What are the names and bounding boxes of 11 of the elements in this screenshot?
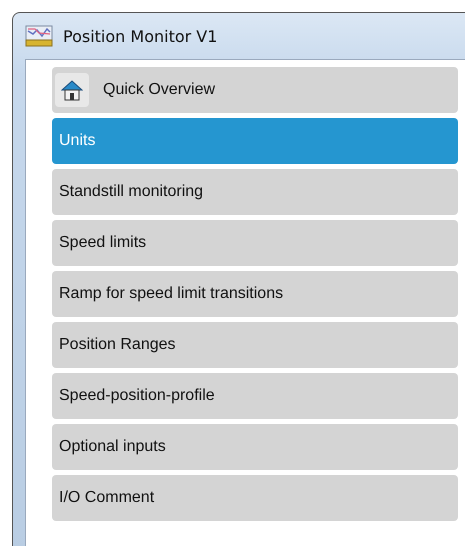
nav-item[interactable]: Speed-position-profile (52, 373, 458, 419)
nav-item[interactable]: I/O Comment (52, 475, 458, 521)
nav-item[interactable]: Ramp for speed limit transitions (52, 271, 458, 317)
home-icon (61, 79, 83, 101)
nav-item[interactable]: Speed limits (52, 220, 458, 266)
chart-app-icon (25, 25, 53, 47)
nav-item[interactable]: Standstill monitoring (52, 169, 458, 215)
window-title: Position Monitor V1 (63, 26, 218, 46)
quick-overview-button[interactable]: Quick Overview (52, 67, 458, 113)
nav-item[interactable]: Position Ranges (52, 322, 458, 368)
nav-item[interactable]: Optional inputs (52, 424, 458, 470)
